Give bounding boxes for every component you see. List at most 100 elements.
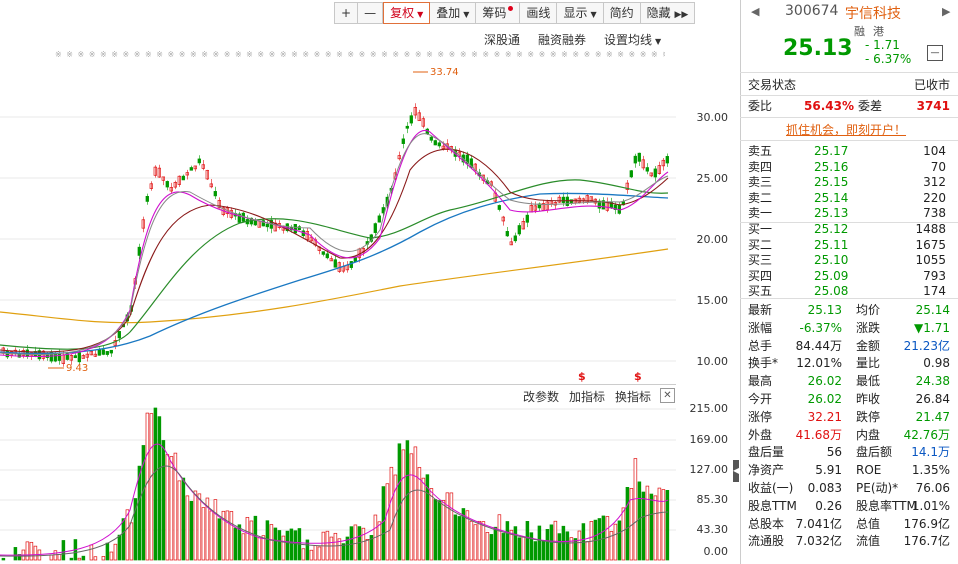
volume-bar (553, 520, 558, 561)
volume-bar (301, 548, 306, 561)
price-axis-tick: 25.00 (696, 172, 729, 185)
stat-value: 0.083 (807, 481, 842, 495)
chips-button[interactable]: 筹码 (476, 2, 521, 24)
volume-axis-tick: 169.00 (689, 433, 729, 446)
ma-settings-label: 设置均线 (604, 33, 653, 47)
prev-stock-icon[interactable]: ◀ (751, 5, 759, 18)
status-value: 已收市 (913, 78, 950, 92)
divider (740, 95, 958, 96)
volume-bar (653, 495, 658, 561)
next-stock-icon[interactable]: ▶ (942, 5, 950, 18)
volume-bar (501, 533, 506, 561)
price-axis-tick: 10.00 (696, 355, 729, 368)
display-button[interactable]: 显示 ▼ (557, 2, 604, 24)
zoom-in-button[interactable]: + (334, 2, 359, 24)
volume-bar (637, 481, 642, 561)
stat-label: 跌停 (856, 409, 881, 424)
stat-value: 14.1万 (911, 445, 950, 460)
margin-link[interactable]: 融资融券 (538, 31, 586, 48)
current-price: 25.13 (783, 36, 853, 61)
divider (740, 298, 958, 299)
volume-bar (617, 520, 622, 561)
volume-bar (213, 499, 218, 561)
adjust-button[interactable]: 复权 ▼ (383, 2, 431, 24)
stat-row: 流通股 7.032亿 流值 176.7亿 (748, 532, 954, 550)
volume-bar (57, 554, 62, 561)
volume-axis-tick: 215.00 (689, 402, 729, 415)
margin-marker-icon[interactable]: $ (634, 370, 642, 383)
stat-label: 最低 (856, 374, 881, 389)
stat-label: 盘后量 (748, 445, 785, 460)
stat-row: 涨停 32.21 跌停 21.47 (748, 408, 954, 426)
volume-bar (557, 533, 562, 561)
volume-bar (545, 529, 550, 561)
volume-bar (377, 521, 382, 561)
display-label: 显示 (563, 6, 588, 20)
volume-bar (161, 440, 166, 561)
stat-value: 76.06 (915, 481, 950, 495)
status-label: 交易状态 (748, 78, 797, 92)
stat-value: 26.02 (807, 374, 842, 389)
volume-bar (69, 557, 74, 561)
stat-value: 21.47 (915, 409, 950, 424)
volume-bar (249, 520, 254, 561)
stat-value: 176.7亿 (903, 534, 950, 549)
stat-value: 25.14 (915, 303, 950, 317)
hide-button[interactable]: 隐藏 ▶▶ (640, 2, 696, 24)
volume-bar (293, 530, 298, 561)
overlay-button[interactable]: 叠加 ▼ (430, 2, 477, 24)
status-row: 交易状态 已收市 (748, 76, 954, 94)
volume-bar (153, 407, 158, 561)
stat-row: 最高 26.02 最低 24.38 (748, 372, 954, 390)
volume-bar (533, 541, 538, 561)
collapse-handle[interactable]: ◀ (733, 460, 739, 482)
volume-bar (625, 486, 630, 561)
stat-value: 21.23亿 (903, 338, 950, 353)
hk-connect-link[interactable]: 深股通 (484, 31, 520, 48)
stat-label: 内盘 (856, 427, 881, 442)
margin-marker-icon[interactable]: $ (578, 370, 586, 383)
chart-toolbar: + — 复权 ▼ 叠加 ▼ 筹码 画线 显示 ▼ 简约 隐藏 ▶▶ (334, 2, 696, 24)
stat-value: 7.041亿 (795, 516, 842, 531)
volume-bar (269, 524, 274, 561)
volume-bar (473, 524, 478, 561)
volume-bar (585, 541, 590, 561)
stat-value: 24.38 (915, 374, 950, 389)
volume-bar (385, 483, 390, 561)
volume-gridlines (0, 408, 676, 531)
stat-row: 盘后量 56 盘后额 14.1万 (748, 443, 954, 461)
remove-watch-button[interactable]: — (927, 45, 943, 61)
volume-axis-tick: 43.30 (696, 523, 729, 536)
volume-bar (489, 534, 494, 561)
candlesticks (1, 103, 669, 367)
volume-bar (233, 527, 238, 561)
volume-bar (577, 530, 582, 561)
volume-bar (145, 412, 150, 561)
volume-bar (397, 443, 402, 561)
volume-chart[interactable] (0, 400, 676, 562)
open-account-link[interactable]: 抓住机会，即刻开户！ (786, 121, 906, 138)
price-chart[interactable]: 33.74 9.43 (0, 60, 676, 382)
volume-bars (1, 407, 670, 561)
volume-bar (413, 446, 418, 561)
simple-button[interactable]: 简约 (603, 2, 641, 24)
volume-bar (1, 557, 6, 561)
volume-axis-tick: 85.30 (696, 493, 729, 506)
volume-bar (245, 516, 250, 561)
stat-label: 净资产 (748, 463, 785, 478)
volume-bar (109, 551, 114, 561)
stat-value: 1.35% (911, 463, 950, 478)
volume-bar (309, 549, 314, 561)
stat-value: 26.02 (807, 392, 842, 406)
zoom-out-button[interactable]: — (358, 2, 384, 24)
volume-bar (657, 487, 662, 561)
stat-row: 净资产 5.91 ROE 1.35% (748, 461, 954, 479)
ma-settings-link[interactable]: 设置均线 ▼ (604, 31, 661, 48)
stat-value: 42.76万 (903, 427, 950, 442)
draw-line-button[interactable]: 画线 (520, 2, 558, 24)
volume-bar (105, 542, 110, 561)
ma-blue-line (0, 192, 669, 355)
volume-bar (89, 544, 94, 561)
stat-label: 流通股 (748, 534, 785, 549)
stat-label: 外盘 (748, 427, 773, 442)
